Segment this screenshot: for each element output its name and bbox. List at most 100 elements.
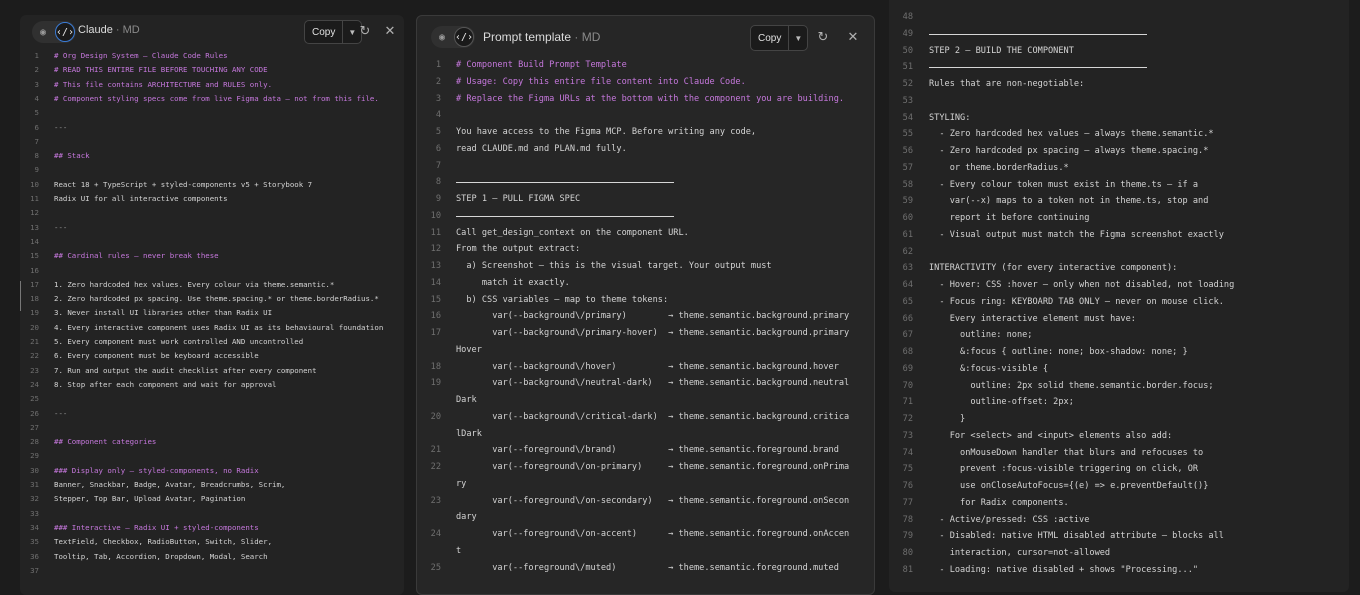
code-line: 78 - Active/pressed: CSS :active xyxy=(889,512,1349,529)
code-line: 17 var(--background\/primary-hover) → th… xyxy=(417,325,874,342)
code-line: 8 ## Stack xyxy=(20,149,404,163)
copy-button[interactable]: Copy xyxy=(751,26,790,50)
line-text: - Hover: CSS :hover — only when not disa… xyxy=(929,280,1235,290)
line-number: 11 xyxy=(30,194,39,203)
line-text: --- xyxy=(54,222,68,232)
code-line: 12 From the output extract: xyxy=(417,241,874,258)
code-line: 69 &:focus-visible { xyxy=(889,361,1349,378)
code-line: 6 --- xyxy=(20,121,404,135)
code-line: 32 Stepper, Top Bar, Upload Avatar, Pagin… xyxy=(20,492,404,506)
code-line: 1 # Component Build Prompt Template xyxy=(417,57,874,74)
close-icon[interactable]: ✕ xyxy=(380,21,400,41)
refresh-icon[interactable]: ↻ xyxy=(355,21,375,41)
refresh-icon[interactable]: ↻ xyxy=(813,27,833,47)
line-number: 78 xyxy=(902,514,913,525)
code-line: 14 xyxy=(20,235,404,249)
eye-icon[interactable]: ◉ xyxy=(33,22,53,42)
code-line: 31 Banner, Snackbar, Badge, Avatar, Bread… xyxy=(20,478,404,492)
line-number: 17 xyxy=(430,328,441,338)
line-text: t xyxy=(456,545,462,556)
line-number: 64 xyxy=(902,280,913,290)
line-number: 66 xyxy=(902,313,913,324)
code-line: 6 read CLAUDE.md and PLAN.md fully. xyxy=(417,141,874,158)
eye-icon[interactable]: ◉ xyxy=(432,27,452,47)
line-text: ### Display only — styled-components, no… xyxy=(54,465,259,475)
line-text: - Focus ring: KEYBOARD TAB ONLY — never … xyxy=(929,296,1224,307)
code-line: 79 - Disabled: native HTML disabled attr… xyxy=(889,528,1349,545)
line-number: 28 xyxy=(30,437,39,447)
code-line: 11 Radix UI for all interactive component… xyxy=(20,192,404,206)
code-line: 19 3. Never install UI libraries other th… xyxy=(20,306,404,320)
line-number: 29 xyxy=(30,451,39,461)
code-line: 13 --- xyxy=(20,221,404,235)
copy-button-group: Copy ▼ xyxy=(304,20,363,44)
line-text: a) Screenshot — this is the visual targe… xyxy=(456,261,772,271)
code-line: 56 - Zero hardcoded px spacing — always … xyxy=(889,143,1349,160)
line-number: 26 xyxy=(30,408,39,418)
code-line: 15 b) CSS variables — map to theme token… xyxy=(417,292,874,309)
line-text: INTERACTIVITY (for every interactive com… xyxy=(929,263,1178,274)
line-number: 24 xyxy=(30,379,39,389)
line-number: 23 xyxy=(30,365,39,375)
line-number: 56 xyxy=(902,146,913,156)
code-line: 7 xyxy=(417,158,874,175)
line-number: 23 xyxy=(430,495,441,506)
line-number: 12 xyxy=(30,208,39,218)
line-text: &:focus { outline: none; box-shadow: non… xyxy=(929,347,1188,357)
code-line: 20 var(--background\/critical-dark) → th… xyxy=(417,409,874,426)
line-text: var(--foreground\/brand) → theme.semanti… xyxy=(456,445,839,456)
line-text: # Usage: Copy this entire file content i… xyxy=(456,76,746,87)
line-number: 15 xyxy=(30,251,39,261)
divider-rule xyxy=(456,182,674,184)
close-icon[interactable]: ✕ xyxy=(843,27,863,47)
line-text: } xyxy=(929,414,966,424)
line-number: 27 xyxy=(30,422,39,432)
panel-title-format: · MD xyxy=(112,24,140,36)
code-line: 61 - Visual output must match the Figma … xyxy=(889,227,1349,244)
line-text: var(--foreground\/on-accent) → theme.sem… xyxy=(456,529,850,539)
code-line: 70 outline: 2px solid theme.semantic.bor… xyxy=(889,378,1349,395)
panel-title: Prompt template · MD xyxy=(483,30,600,44)
line-text: lDark xyxy=(456,428,482,439)
code-line: 66 Every interactive element must have: xyxy=(889,311,1349,328)
line-number: 6 xyxy=(34,122,39,132)
chevron-down-icon[interactable]: ▼ xyxy=(789,26,807,50)
code-line: 16 var(--background\/primary) → theme.se… xyxy=(417,308,874,325)
line-number: 33 xyxy=(30,508,39,518)
copy-button[interactable]: Copy xyxy=(305,21,344,43)
code-line: 1 # Org Design System — Claude Code Rules xyxy=(20,49,404,63)
line-text: dary xyxy=(456,512,477,523)
line-number: 18 xyxy=(30,294,39,304)
code-line: 58 - Every colour token must exist in th… xyxy=(889,177,1349,194)
line-number: 69 xyxy=(902,363,913,374)
line-number: 24 xyxy=(430,529,441,539)
code-icon[interactable]: ‹/› xyxy=(55,22,75,42)
line-text: Radix UI for all interactive components xyxy=(54,194,228,203)
code-line: 7 xyxy=(20,135,404,149)
line-text: ## Cardinal rules — never break these xyxy=(54,251,219,261)
line-number: 51 xyxy=(902,62,913,73)
code-line: 10 React 18 + TypeScript + styled-compone… xyxy=(20,178,404,192)
line-number: 14 xyxy=(430,277,441,288)
line-text: - Zero hardcoded px spacing — always the… xyxy=(929,146,1209,156)
line-number: 21 xyxy=(30,337,39,346)
divider-rule xyxy=(456,215,674,217)
line-number: 77 xyxy=(902,497,913,508)
line-number: 32 xyxy=(30,494,39,504)
line-text: onMouseDown handler that blurs and refoc… xyxy=(929,447,1204,458)
code-icon[interactable]: ‹/› xyxy=(454,27,474,47)
code-line: 36 Tooltip, Tab, Accordion, Dropdown, Mod… xyxy=(20,550,404,564)
code-line: Dark xyxy=(417,392,874,409)
line-number: 17 xyxy=(30,279,39,289)
line-number: 79 xyxy=(902,531,913,542)
code-line: 13 a) Screenshot — this is the visual ta… xyxy=(417,258,874,275)
code-line: 26 --- xyxy=(20,407,404,421)
line-number: 2 xyxy=(435,76,441,87)
line-text: Rules that are non-negotiable: xyxy=(929,79,1085,89)
code-line: 22 6. Every component must be keyboard ac… xyxy=(20,349,404,363)
code-line: 54 STYLING: xyxy=(889,110,1349,127)
code-line: Hover xyxy=(417,342,874,359)
line-text: - Every colour token must exist in theme… xyxy=(929,179,1199,190)
code-line: 35 TextField, Checkbox, RadioButton, Swit… xyxy=(20,535,404,549)
line-text: Dark xyxy=(456,395,477,405)
